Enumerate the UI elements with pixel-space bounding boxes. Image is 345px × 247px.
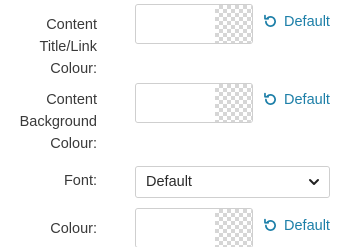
- title-link-colour-default-button[interactable]: Default: [262, 13, 330, 30]
- undo-arrow-icon: [264, 92, 276, 105]
- label-line: Colour:: [50, 221, 97, 237]
- default-label: Default: [284, 217, 330, 234]
- label-line: Font:: [63, 173, 97, 189]
- transparency-swatch: [215, 84, 252, 122]
- label-line: Colour:: [50, 61, 97, 77]
- default-label: Default: [284, 13, 330, 30]
- label-line: Title/Link: [39, 39, 97, 55]
- label-line: Colour:: [50, 136, 97, 152]
- chevron-down-icon: [309, 179, 319, 185]
- label-line: Content: [46, 17, 97, 33]
- font-select-value: Default: [146, 174, 192, 190]
- label-line: Content: [46, 92, 97, 108]
- transparency-swatch: [215, 209, 252, 247]
- undo-arrow-icon: [264, 218, 276, 231]
- transparency-swatch: [215, 5, 252, 43]
- undo-arrow-icon: [264, 14, 276, 27]
- colour-label: Colour:: [0, 218, 97, 240]
- background-colour-label: Content Background Colour:: [0, 89, 97, 155]
- font-select[interactable]: Default: [135, 166, 330, 198]
- title-link-colour-label: Content Title/Link Colour:: [0, 14, 97, 80]
- title-link-colour-picker[interactable]: [135, 4, 253, 44]
- colour-default-button[interactable]: Default: [262, 217, 330, 234]
- colour-picker[interactable]: [135, 208, 253, 247]
- label-line: Background: [19, 114, 97, 130]
- background-colour-default-button[interactable]: Default: [262, 91, 330, 108]
- font-label: Font:: [0, 170, 97, 192]
- default-label: Default: [284, 91, 330, 108]
- background-colour-picker[interactable]: [135, 83, 253, 123]
